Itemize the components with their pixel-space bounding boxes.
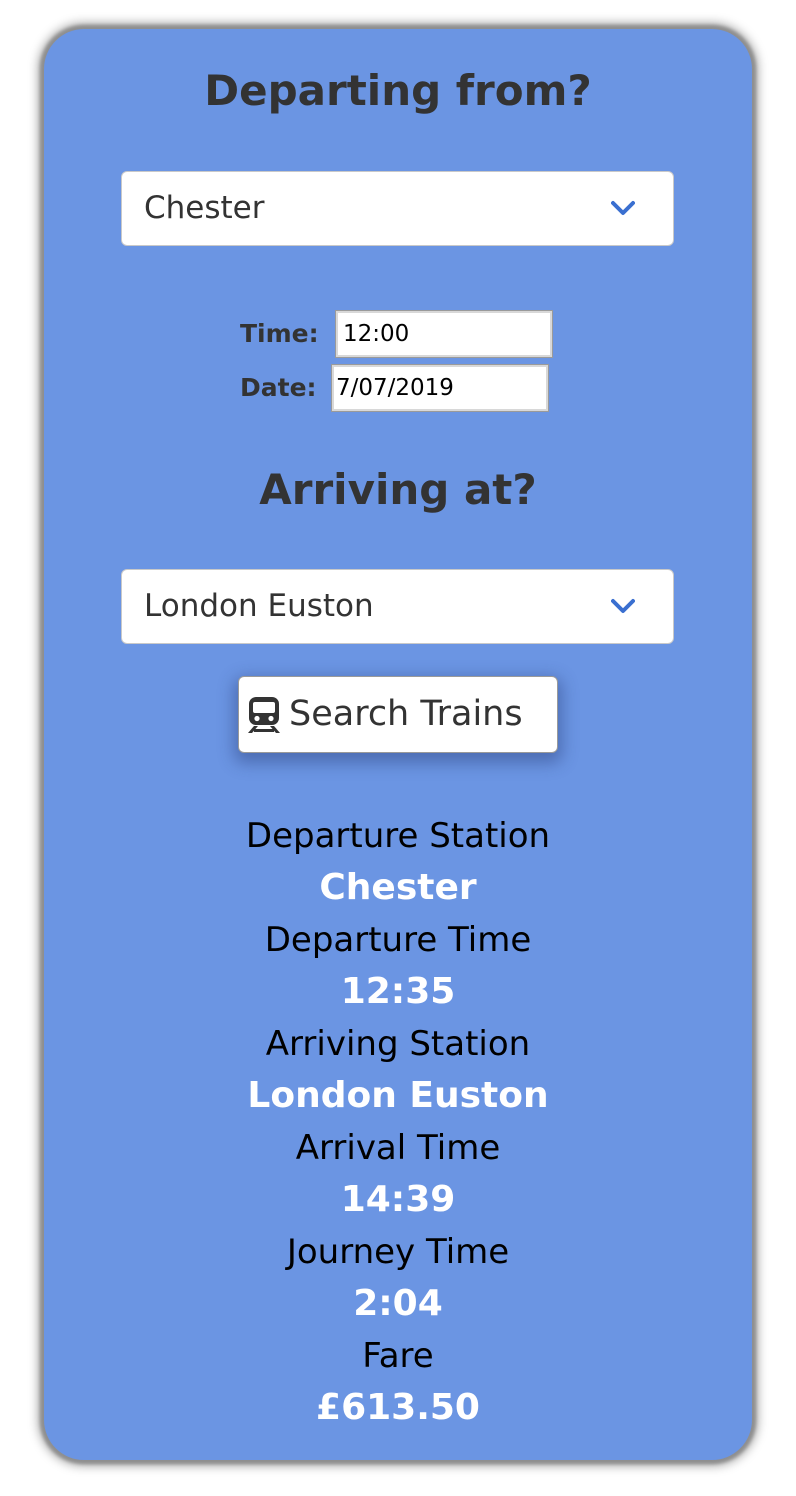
time-row: Time: 12:00 — [240, 310, 560, 358]
train-icon — [248, 697, 280, 733]
departure-station-label: Departure Station — [245, 816, 551, 856]
arriving-heading: Arriving at? — [259, 465, 537, 514]
date-label: Date: — [240, 373, 317, 402]
journey-planner-card: Departing from? Chester Time: 12:00 Date… — [44, 29, 752, 1460]
chevron-down-icon — [611, 599, 635, 613]
departure-time-label: Departure Time — [264, 920, 532, 960]
fare-result: £613.50 — [316, 1387, 480, 1428]
arrival-time-label: Arrival Time — [295, 1128, 501, 1168]
departure-station-result: Chester — [319, 867, 477, 908]
departure-station-value: Chester — [144, 190, 265, 226]
time-label: Time: — [240, 319, 319, 348]
arriving-station-result: London Euston — [247, 1075, 549, 1116]
arriving-station-label: Arriving Station — [265, 1024, 531, 1064]
departure-station-select[interactable]: Chester — [121, 171, 674, 246]
journey-time-label: Journey Time — [286, 1232, 510, 1272]
time-input[interactable]: 12:00 — [335, 310, 553, 358]
arrival-station-value: London Euston — [144, 588, 374, 624]
arrival-time-result: 14:39 — [340, 1179, 456, 1220]
departure-time-result: 12:35 — [340, 971, 456, 1012]
search-trains-button[interactable]: Search Trains — [238, 676, 558, 753]
date-row: Date: 7/07/2019 — [240, 364, 560, 412]
fare-label: Fare — [362, 1336, 434, 1376]
date-input[interactable]: 7/07/2019 — [331, 364, 549, 412]
journey-time-result: 2:04 — [353, 1283, 443, 1324]
chevron-down-icon — [611, 201, 635, 215]
departing-heading: Departing from? — [204, 66, 592, 115]
search-trains-label: Search Trains — [289, 694, 523, 734]
arrival-station-select[interactable]: London Euston — [121, 569, 674, 644]
journey-results: Departure Station Chester Departure Time… — [44, 810, 752, 1434]
